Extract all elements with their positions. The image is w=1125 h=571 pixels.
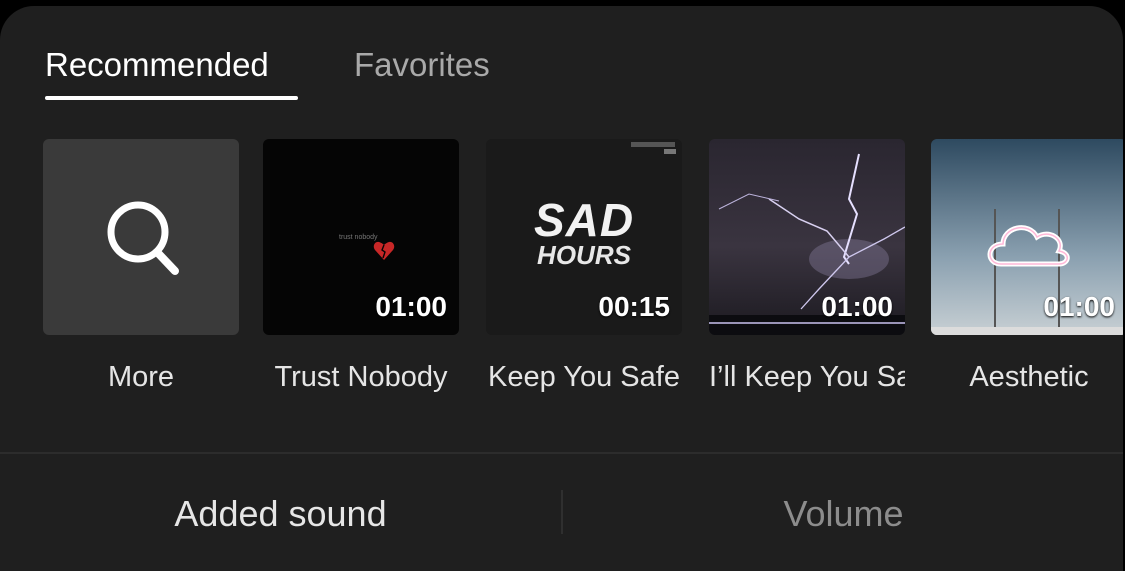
- thumbnail-caption: trust nobody: [339, 234, 378, 241]
- thumbnail-tag: [664, 149, 676, 154]
- tab-recommended[interactable]: Recommended: [45, 46, 269, 84]
- card-label: More: [107, 361, 175, 393]
- sound-thumbnail: 01:00: [931, 139, 1123, 335]
- more-thumbnail: [43, 139, 239, 335]
- sound-thumbnail: 01:00: [709, 139, 905, 335]
- sound-list[interactable]: More trust nobody 01:00 Trust Nobody SAD…: [43, 139, 1123, 409]
- broken-heart-icon: [373, 241, 395, 260]
- card-label: Trust Nobody: [274, 361, 448, 393]
- card-label: Keep You Safe: [488, 361, 680, 393]
- tab-favorites[interactable]: Favorites: [354, 46, 490, 84]
- active-tab-indicator: [45, 96, 298, 100]
- sound-duration: 00:15: [598, 291, 670, 322]
- sound-duration: 01:00: [821, 291, 893, 322]
- card-label: Aesthetic: [969, 361, 1089, 393]
- sound-thumbnail: SAD HOURS 00:15: [486, 139, 682, 335]
- sound-thumbnail: trust nobody 01:00: [263, 139, 459, 335]
- section-divider: [0, 452, 1123, 454]
- added-sound-button[interactable]: Added sound: [0, 484, 561, 544]
- sound-duration: 01:00: [1043, 291, 1115, 322]
- sound-picker-panel: Recommended Favorites More trust nobody: [0, 6, 1123, 571]
- thumbnail-tag: [631, 142, 675, 147]
- volume-button[interactable]: Volume: [563, 484, 1123, 544]
- search-icon: [107, 201, 179, 275]
- thumbnail-title: SAD: [533, 194, 635, 246]
- card-label: I’ll Keep You Safe: [709, 361, 905, 393]
- thumbnail-subtitle: HOURS: [537, 240, 631, 270]
- sound-duration: 01:00: [375, 291, 447, 322]
